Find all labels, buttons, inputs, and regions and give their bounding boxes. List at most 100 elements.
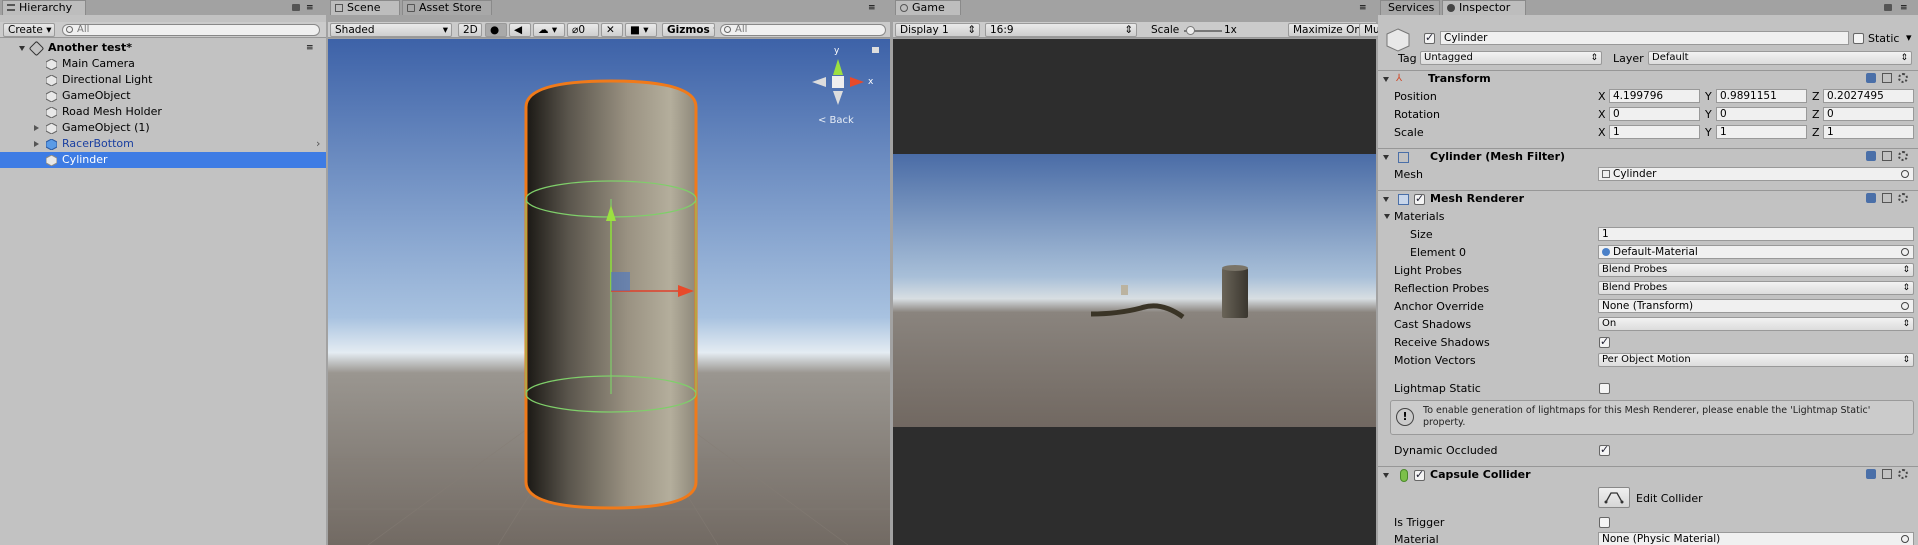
tab-services[interactable]: Services (1380, 0, 1440, 15)
object-picker-icon[interactable] (1901, 535, 1909, 543)
preset-icon[interactable] (1882, 469, 1892, 479)
game-viewport[interactable] (893, 39, 1376, 545)
hierarchy-item-cylinder[interactable]: Cylinder (0, 152, 326, 168)
shading-mode-dropdown[interactable]: Shaded ▾ (330, 23, 452, 37)
hierarchy-search-input[interactable]: All (62, 24, 320, 36)
tab-scene[interactable]: Scene (330, 0, 400, 15)
panel-menu-icon[interactable]: ≡ (1359, 3, 1367, 13)
tag-dropdown[interactable]: Untagged (1420, 51, 1602, 65)
rotation-z-field[interactable]: 0 (1823, 107, 1914, 121)
scale-y-field[interactable]: 1 (1716, 125, 1807, 139)
effects-dropdown[interactable]: ☁ ▾ (533, 23, 565, 37)
foldout-icon[interactable] (19, 46, 25, 51)
receive-shadows-checkbox[interactable] (1599, 335, 1610, 348)
object-picker-icon[interactable] (1901, 248, 1909, 256)
lighting-toggle-button[interactable]: ● (485, 23, 507, 37)
slider-thumb[interactable] (1186, 26, 1195, 35)
component-header-icons[interactable] (1866, 469, 1916, 481)
hidden-objects-toggle[interactable]: ⌀0 (567, 23, 599, 37)
component-header-icons[interactable] (1866, 73, 1916, 85)
component-header-icons[interactable] (1866, 193, 1916, 205)
tab-hierarchy[interactable]: Hierarchy (2, 0, 86, 15)
mute-audio-toggle[interactable]: Mut (1359, 23, 1379, 37)
scene-menu-icon[interactable]: ≡ (306, 40, 314, 56)
lock-icon[interactable] (1884, 4, 1892, 11)
foldout-icon[interactable] (1383, 155, 1389, 160)
transform-header[interactable]: ⅄ Transform (1378, 70, 1918, 87)
layer-dropdown[interactable]: Default (1648, 51, 1912, 65)
physic-material-field[interactable]: None (Physic Material) (1598, 532, 1914, 545)
audio-toggle-button[interactable]: ◀ (509, 23, 531, 37)
hierarchy-item-racerbottom[interactable]: RacerBottom › (0, 136, 326, 152)
gizmos-dropdown[interactable]: Gizmos ▾ (662, 23, 715, 37)
panel-menu-icon[interactable]: ≡ (1900, 3, 1908, 13)
gear-icon[interactable] (1898, 469, 1908, 479)
cast-shadows-dropdown[interactable]: On (1598, 317, 1914, 331)
dynamic-occluded-checkbox[interactable] (1599, 443, 1610, 456)
capsule-collider-enabled-checkbox[interactable] (1414, 468, 1425, 481)
hierarchy-item-directional-light[interactable]: Directional Light (0, 72, 326, 88)
preset-icon[interactable] (1882, 151, 1892, 161)
preset-icon[interactable] (1882, 73, 1892, 83)
edit-collider-button[interactable] (1598, 487, 1630, 508)
display-dropdown[interactable]: Display 1 ⇕ (895, 23, 980, 37)
position-z-field[interactable]: 0.2027495 (1823, 89, 1914, 103)
capsule-collider-header[interactable]: Capsule Collider (1378, 466, 1918, 483)
create-dropdown[interactable]: Create ▾ (3, 23, 55, 37)
scene-viewport[interactable]: y x < Back (328, 39, 890, 545)
materials-size-field[interactable]: 1 (1598, 227, 1914, 241)
light-probes-dropdown[interactable]: Blend Probes (1598, 263, 1914, 277)
object-name-field[interactable]: Cylinder (1440, 31, 1849, 45)
scale-slider[interactable] (1184, 26, 1222, 35)
panel-menu-icon[interactable]: ≡ (306, 3, 314, 13)
foldout-icon[interactable] (1383, 473, 1389, 478)
scene-search-input[interactable]: All (720, 24, 886, 36)
foldout-icon[interactable] (1383, 77, 1389, 82)
help-book-icon[interactable] (1866, 151, 1876, 161)
lock-icon[interactable] (292, 4, 300, 11)
rotation-y-field[interactable]: 0 (1716, 107, 1807, 121)
motion-vectors-dropdown[interactable]: Per Object Motion (1598, 353, 1914, 367)
tab-inspector[interactable]: Inspector (1442, 0, 1526, 15)
move-plane-handle[interactable] (611, 272, 630, 291)
mesh-object-field[interactable]: Cylinder (1598, 167, 1914, 181)
camera-settings-dropdown[interactable]: ■ ▾ (625, 23, 657, 37)
orientation-gizmo[interactable]: y x < Back (798, 46, 878, 132)
gear-icon[interactable] (1898, 193, 1908, 203)
object-picker-icon[interactable] (1901, 170, 1909, 178)
static-checkbox[interactable] (1853, 33, 1864, 44)
hierarchy-item-gameobject-1[interactable]: GameObject (1) (0, 120, 326, 136)
position-y-field[interactable]: 0.9891151 (1716, 89, 1807, 103)
foldout-icon[interactable] (34, 125, 39, 131)
anchor-override-field[interactable]: None (Transform) (1598, 299, 1914, 313)
foldout-icon[interactable] (1383, 197, 1389, 202)
scale-x-field[interactable]: 1 (1609, 125, 1700, 139)
tools-toggle-button[interactable]: ✕ (601, 23, 623, 37)
chevron-right-icon[interactable]: › (316, 136, 320, 152)
help-book-icon[interactable] (1866, 469, 1876, 479)
rotation-x-field[interactable]: 0 (1609, 107, 1700, 121)
gear-icon[interactable] (1898, 151, 1908, 161)
materials-foldout-icon[interactable] (1384, 214, 1390, 219)
help-book-icon[interactable] (1866, 193, 1876, 203)
is-trigger-checkbox[interactable] (1599, 517, 1610, 528)
hierarchy-item-main-camera[interactable]: Main Camera (0, 56, 326, 72)
panel-menu-icon[interactable]: ≡ (868, 3, 876, 13)
lightmap-static-checkbox[interactable] (1599, 383, 1610, 394)
gear-icon[interactable] (1898, 73, 1908, 83)
scene-root-row[interactable]: Another test* ≡ (0, 40, 326, 57)
gizmo-back-label[interactable]: < Back (818, 115, 854, 126)
scale-z-field[interactable]: 1 (1823, 125, 1914, 139)
mesh-renderer-enabled-checkbox[interactable] (1414, 192, 1425, 205)
object-picker-icon[interactable] (1901, 302, 1909, 310)
aspect-dropdown[interactable]: 16:9 ⇕ (985, 23, 1137, 37)
position-x-field[interactable]: 4.199796 (1609, 89, 1700, 103)
material-element0-field[interactable]: Default-Material (1598, 245, 1914, 259)
preset-icon[interactable] (1882, 193, 1892, 203)
foldout-icon[interactable] (34, 141, 39, 147)
mesh-renderer-header[interactable]: Mesh Renderer (1378, 190, 1918, 207)
lock-icon[interactable] (872, 47, 879, 53)
reflection-probes-dropdown[interactable]: Blend Probes (1598, 281, 1914, 295)
toggle-2d-button[interactable]: 2D (458, 23, 482, 37)
component-header-icons[interactable] (1866, 151, 1916, 163)
